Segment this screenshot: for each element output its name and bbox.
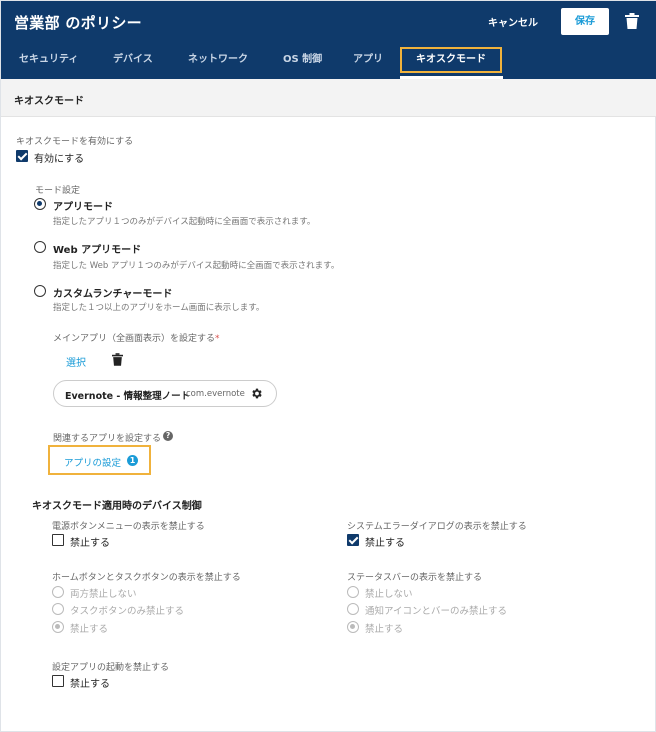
system-error-checkbox-label: 禁止する xyxy=(365,538,405,549)
section-header: キオスクモード xyxy=(1,79,656,117)
status-bar-option-none-label: 禁止しない xyxy=(365,589,413,600)
section-title: キオスクモード xyxy=(14,96,84,107)
save-button[interactable]: 保存 xyxy=(561,8,609,35)
home-task-option-all-radio[interactable] xyxy=(52,621,64,633)
settings-app-label: 設定アプリの起動を禁止する xyxy=(52,663,170,673)
status-bar-option-all-label: 禁止する xyxy=(365,624,404,635)
app-settings-count-badge: 1 xyxy=(127,455,138,466)
system-error-label: システムエラーダイアログの表示を禁止する xyxy=(347,522,527,532)
app-settings-label: アプリの設定 xyxy=(64,458,122,469)
enable-kiosk-checkbox[interactable] xyxy=(16,150,28,162)
settings-app-checkbox-label: 禁止する xyxy=(70,679,110,690)
tab-apps[interactable]: アプリ xyxy=(353,45,383,77)
delete-icon[interactable] xyxy=(625,13,639,29)
home-task-option-task-radio[interactable] xyxy=(52,603,64,615)
status-bar-option-none-radio[interactable] xyxy=(347,586,359,598)
related-apps-label: 関連するアプリを設定する xyxy=(53,434,162,444)
power-menu-label: 電源ボタンメニューの表示を禁止する xyxy=(52,522,205,532)
enable-kiosk-label: キオスクモードを有効にする xyxy=(16,137,134,147)
tab-os-control[interactable]: OS 制御 xyxy=(283,45,322,77)
main-app-chip: Evernote - 情報整理ノート com.evernote xyxy=(53,380,277,407)
mode-web-app-description: 指定した Web アプリ１つのみがデバイス起動時に全画面で表示されます。 xyxy=(53,261,340,271)
main-app-package: com.evernote xyxy=(186,389,245,399)
main-app-label-text: メインアプリ（全画面表示）を設定する xyxy=(53,334,216,344)
mode-setting-label: モード設定 xyxy=(35,186,81,196)
mode-custom-launcher-description: 指定した１つ以上のアプリをホーム画面に表示します。 xyxy=(53,303,265,313)
required-mark: * xyxy=(215,334,220,344)
main-app-name: Evernote - 情報整理ノート xyxy=(65,391,191,402)
app-settings-button[interactable]: アプリの設定 1 xyxy=(48,445,151,475)
home-task-option-task-label: タスクボタンのみ禁止する xyxy=(70,606,185,617)
status-bar-label: ステータスバーの表示を禁止する xyxy=(347,573,483,583)
home-task-label: ホームボタンとタスクボタンの表示を禁止する xyxy=(52,573,241,583)
home-task-option-all-label: 禁止する xyxy=(70,624,109,635)
mode-custom-launcher-label: カスタムランチャーモード xyxy=(53,289,173,300)
enable-kiosk-checkbox-label: 有効にする xyxy=(34,154,85,165)
policy-page: 営業部 のポリシー キャンセル 保存 セキュリティ デバイス ネットワーク OS… xyxy=(0,0,656,732)
mode-app-radio[interactable] xyxy=(34,198,46,210)
mode-custom-launcher-radio[interactable] xyxy=(34,285,46,297)
header-bar: 営業部 のポリシー キャンセル 保存 セキュリティ デバイス ネットワーク OS… xyxy=(1,1,656,79)
tab-network[interactable]: ネットワーク xyxy=(188,45,248,77)
help-icon[interactable]: ? xyxy=(163,431,173,441)
mode-web-app-radio[interactable] xyxy=(34,241,46,253)
select-app-link[interactable]: 選択 xyxy=(66,354,86,369)
delete-main-app-icon[interactable] xyxy=(112,353,123,366)
page-title: 営業部 のポリシー xyxy=(14,14,142,32)
home-task-option-none-radio[interactable] xyxy=(52,586,64,598)
device-control-title: キオスクモード適用時のデバイス制御 xyxy=(32,501,202,512)
status-bar-option-all-radio[interactable] xyxy=(347,621,359,633)
power-menu-checkbox-label: 禁止する xyxy=(70,538,110,549)
main-app-label: メインアプリ（全画面表示）を設定する* xyxy=(53,331,220,344)
settings-app-checkbox[interactable] xyxy=(52,675,64,687)
system-error-checkbox[interactable] xyxy=(347,534,359,546)
power-menu-checkbox[interactable] xyxy=(52,534,64,546)
status-bar-option-icons-radio[interactable] xyxy=(347,603,359,615)
mode-app-description: 指定したアプリ１つのみがデバイス起動時に全画面で表示されます。 xyxy=(53,217,316,227)
mode-app-label: アプリモード xyxy=(53,202,113,213)
status-bar-option-icons-label: 通知アイコンとバーのみ禁止する xyxy=(365,606,508,617)
tab-security[interactable]: セキュリティ xyxy=(19,45,78,77)
home-task-option-none-label: 両方禁止しない xyxy=(70,589,137,600)
mode-web-app-label: Web アプリモード xyxy=(53,245,142,256)
cancel-button[interactable]: キャンセル xyxy=(488,14,538,29)
tab-device[interactable]: デバイス xyxy=(113,45,153,77)
tab-kiosk-mode[interactable]: キオスクモード xyxy=(400,47,502,73)
gear-icon[interactable] xyxy=(250,387,263,400)
